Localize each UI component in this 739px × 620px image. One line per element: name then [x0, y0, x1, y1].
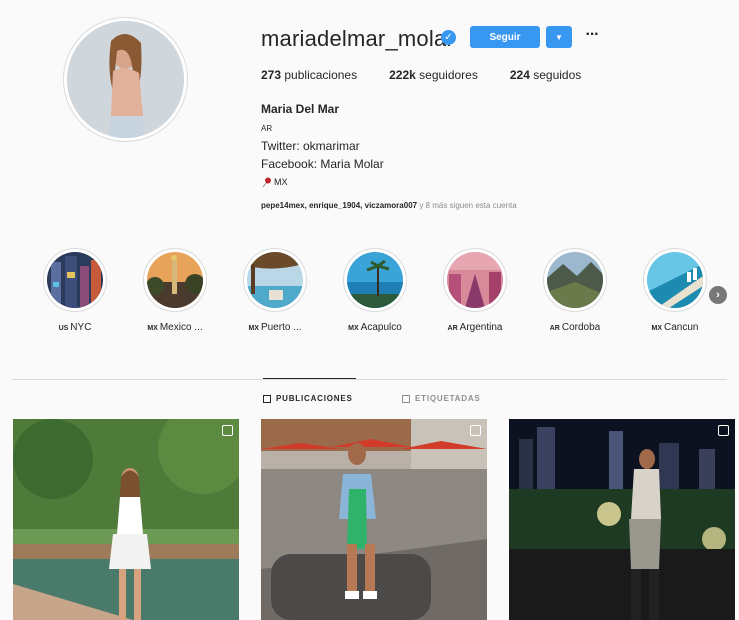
grid-icon	[263, 394, 271, 403]
pin-icon	[262, 177, 271, 188]
highlight-country-code: AR	[549, 325, 560, 332]
highlight-ring	[543, 248, 607, 312]
highlight-name: Argentina	[459, 322, 503, 333]
highlight-ring	[243, 248, 307, 312]
highlight-name: Acapulco	[360, 322, 402, 333]
highlight-label: AR Cordoba	[550, 322, 600, 333]
chevron-right-icon[interactable]: ›	[709, 286, 727, 304]
highlight-country-code: AR	[447, 325, 458, 332]
tab-posts[interactable]: PUBLICACIONES	[263, 394, 353, 403]
highlight-country-code: MX	[248, 325, 259, 332]
follow-button[interactable]: Seguir	[470, 26, 540, 48]
followed-by-rest: y 8 más siguen esta cuenta	[417, 201, 517, 210]
highlight-label: MX Acapulco	[348, 322, 402, 333]
highlight-label: MX Puerto ...	[248, 322, 301, 333]
stat-followers-count: 222k	[389, 68, 416, 82]
multiple-images-icon	[222, 425, 233, 436]
stat-posts-label: publicaciones	[284, 68, 358, 82]
bio-location-text: MX	[274, 177, 288, 187]
tab-posts-label: PUBLICACIONES	[276, 394, 353, 403]
highlight-cover	[447, 252, 503, 308]
highlight-item[interactable]: US NYC	[35, 248, 115, 333]
stat-followers[interactable]: 222k seguidores	[389, 68, 478, 82]
stat-following-count: 224	[509, 68, 530, 82]
active-tab-indicator	[263, 378, 356, 379]
stat-following[interactable]: 224 seguidos	[510, 68, 581, 82]
stat-following-label: seguidos	[533, 68, 582, 82]
highlight-label: MX Cancun	[652, 322, 699, 333]
highlight-ring	[343, 248, 407, 312]
followed-by[interactable]: pepe14mex, enrique_1904, viczamora007 y …	[261, 201, 517, 210]
highlight-name: Mexico ...	[159, 322, 203, 333]
highlight-country-code: MX	[147, 325, 158, 332]
verified-badge-icon: ✓	[441, 30, 456, 45]
story-highlights: US NYC MX Mexico ... MX Puerto ... MX Acapul…	[0, 248, 739, 343]
profile-category: AR	[261, 124, 273, 133]
highlight-country-code: US	[58, 325, 69, 332]
highlight-ring	[443, 248, 507, 312]
chevron-down-icon: ▼	[555, 32, 563, 42]
highlight-item[interactable]: MX Puerto ...	[235, 248, 315, 333]
tab-tagged[interactable]: ETIQUETADAS	[402, 394, 481, 403]
profile-full-name: Maria Del Mar	[261, 102, 340, 116]
multiple-images-icon	[470, 425, 481, 436]
stat-posts-count: 273	[261, 68, 282, 82]
bio-facebook: Facebook: Maria Molar	[261, 157, 384, 171]
highlight-ring	[43, 248, 107, 312]
tabs-divider	[12, 379, 727, 380]
highlight-cover	[347, 252, 403, 308]
highlight-item[interactable]: MX Mexico ...	[135, 248, 215, 333]
post-thumbnail[interactable]	[261, 419, 487, 620]
profile-username: mariadelmar_molar	[261, 26, 454, 51]
highlight-name: Cancun	[664, 322, 699, 333]
highlight-cover	[147, 252, 203, 308]
stat-followers-label: seguidores	[419, 68, 478, 82]
highlight-cover	[547, 252, 603, 308]
profile-stats: 273 publicaciones 222k seguidores 224 se…	[261, 68, 613, 82]
highlight-item[interactable]: MX Cancun	[635, 248, 715, 333]
highlight-cover	[247, 252, 303, 308]
highlight-label: US NYC	[59, 322, 92, 333]
profile-bio: Maria Del Mar AR Twitter: okmarimar Face…	[261, 100, 384, 191]
stat-posts: 273 publicaciones	[261, 68, 357, 82]
followed-by-names: pepe14mex, enrique_1904, viczamora007	[261, 201, 418, 210]
highlight-label: MX Mexico ...	[147, 322, 202, 333]
highlight-label: AR Argentina	[448, 322, 503, 333]
highlight-item[interactable]: AR Argentina	[435, 248, 515, 333]
avatar	[67, 21, 184, 138]
highlight-country-code: MX	[651, 325, 663, 332]
multiple-images-icon	[718, 425, 729, 436]
highlight-cover	[47, 252, 103, 308]
post-thumbnail[interactable]	[509, 419, 735, 620]
highlight-name: Puerto ...	[260, 322, 302, 333]
highlight-ring	[643, 248, 707, 312]
post-thumbnail[interactable]	[13, 419, 239, 620]
highlight-ring	[143, 248, 207, 312]
highlight-item[interactable]: MX Acapulco	[335, 248, 415, 333]
tag-icon	[402, 394, 410, 403]
highlight-name: Cordoba	[561, 322, 601, 333]
highlight-cover	[647, 252, 703, 308]
highlight-country-code: MX	[348, 325, 359, 332]
tab-tagged-label: ETIQUETADAS	[415, 394, 481, 403]
suggestions-dropdown-button[interactable]: ▼	[546, 26, 572, 48]
bio-twitter: Twitter: okmarimar	[261, 139, 360, 153]
highlight-item[interactable]: AR Cordoba	[535, 248, 615, 333]
highlight-name: NYC	[70, 322, 92, 333]
profile-avatar-ring[interactable]	[63, 17, 188, 142]
more-options-icon[interactable]: ···	[584, 26, 600, 48]
bio-location: MX	[261, 173, 384, 191]
